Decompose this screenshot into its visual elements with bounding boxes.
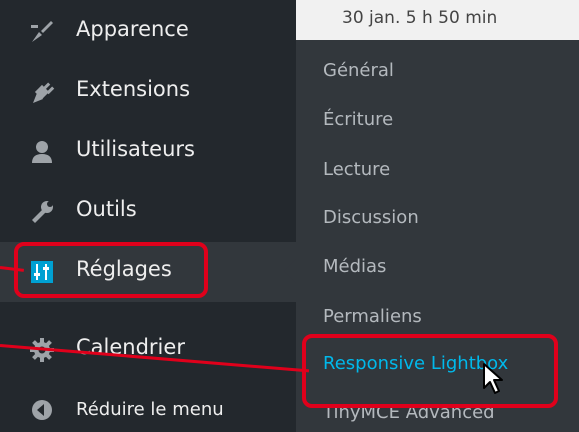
date-text: 30 jan. 5 h 50 min	[342, 8, 498, 28]
submenu-item-medias[interactable]: Médias	[323, 256, 386, 277]
collapse-menu-button[interactable]: Réduire le menu	[0, 380, 296, 432]
submenu-item-general[interactable]: Général	[323, 60, 394, 81]
wrench-icon	[28, 198, 56, 226]
sidebar-item-label: Utilisateurs	[76, 137, 195, 161]
brush-icon	[28, 18, 56, 46]
submenu-item-permaliens[interactable]: Permaliens	[323, 306, 422, 327]
collapse-arrow-icon	[28, 396, 56, 424]
submenu-item-ecriture[interactable]: Écriture	[323, 109, 393, 130]
annotation-box-reglages	[14, 242, 208, 298]
sidebar-item-extensions[interactable]: Extensions	[0, 62, 296, 122]
sidebar-item-label: Outils	[76, 197, 137, 221]
sidebar-item-label: Extensions	[76, 77, 191, 101]
submenu-item-discussion[interactable]: Discussion	[323, 207, 419, 228]
submenu-pointer	[284, 259, 296, 283]
annotation-box-responsive-lightbox	[302, 334, 558, 408]
sidebar-item-utilisateurs[interactable]: Utilisateurs	[0, 122, 296, 182]
user-icon	[28, 138, 56, 166]
submenu-item-lecture[interactable]: Lecture	[323, 159, 390, 180]
mouse-pointer-icon	[482, 362, 508, 400]
sidebar-item-apparence[interactable]: Apparence	[0, 2, 296, 62]
plug-icon	[28, 78, 56, 106]
sidebar-item-outils[interactable]: Outils	[0, 182, 296, 242]
sidebar-item-label: Apparence	[76, 17, 189, 41]
collapse-menu-label: Réduire le menu	[76, 399, 224, 420]
